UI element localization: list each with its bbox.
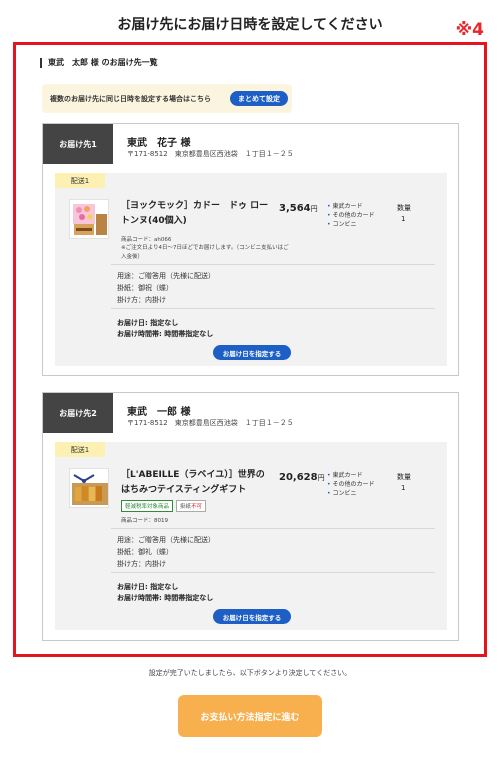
section-heading: 東武 太郎 様 のお届け先一覧 [40,58,158,68]
payment-method: その他のカード [327,211,374,220]
delivery-info: お届け日: 指定なし お届け時間帯: 時間帯指定なし [117,582,213,604]
shipment-card: 配送1 ［L'ABEILLE（ラベイユ）］世界のはちみつテイスティングギフト 2… [55,442,447,630]
product-thumbnail [69,199,109,239]
divider [111,572,435,573]
payment-method: 東武カード [327,471,374,480]
delivery-info: お届け日: 指定なし お届け時間帯: 時間帯指定なし [117,318,213,340]
note-mark: ※4 [455,20,484,40]
detail-usage: 用途：ご贈答用（先様に配送） [117,272,215,280]
payment-method: コンビニ [327,489,374,498]
footer-note: 設定が完了いたしましたら、以下ボタンより決定してください。 [148,669,352,677]
detail-usage: 用途：ご贈答用（先様に配送） [117,536,215,544]
destination-card-1: お届け先1 東武 花子 様 〒171-8512 東京都豊島区西池袋 １丁目１－２… [42,123,459,376]
payment-methods: 東武カード その他のカード コンビニ [327,202,374,229]
gift-details: 用途：ご贈答用（先様に配送） 掛紙：御礼（蝶） 掛け方：内掛け [117,534,215,570]
set-delivery-date-button[interactable]: お届け日を指定する [213,609,291,624]
quantity-label: 数量 [397,473,411,481]
product-price: 3,564円 [279,203,318,214]
product-code: 商品コード：8019 [121,518,168,524]
product-thumbnail [69,468,109,508]
destination-label: お届け先1 [43,124,113,164]
payment-method: その他のカード [327,480,374,489]
product-price: 20,628円 [279,472,325,483]
divider [111,528,435,529]
payment-method: 東武カード [327,202,374,211]
quantity-label: 数量 [397,204,411,212]
wrapping-tag-status: 不可 [191,504,203,510]
quantity-value: 1 [401,484,406,492]
price-value: 20,628 [279,472,318,483]
product-name[interactable]: ［ヨックモック］カドー ドゥ ロートンヌ(40個入) [121,199,271,229]
detail-wrap-style: 掛け方：内掛け [117,560,166,568]
currency-suffix: 円 [310,205,318,213]
product-name[interactable]: ［L'ABEILLE（ラベイユ）］世界のはちみつテイスティングギフト [121,468,271,498]
reduced-tax-tag: 軽減税率対象商品 [121,500,174,512]
recipient-address: 〒171-8512 東京都豊島区西池袋 １丁目１－２５ [127,419,294,427]
divider [111,264,435,265]
product-code: 商品コード：ah066 [121,237,172,243]
proceed-to-payment-button[interactable]: お支払い方法指定に進む [178,695,322,737]
recipient-name: 東武 一郎 様 [127,407,191,418]
wrapping-tag: 掛紙不可 [176,500,207,512]
delivery-date: お届け日: 指定なし [117,319,179,327]
gift-details: 用途：ご贈答用（先様に配送） 掛紙：御祝（蝶） 掛け方：内掛け [117,270,215,306]
shipment-tag: 配送1 [55,442,105,457]
product-tags: 軽減税率対象商品 掛紙不可 [121,500,207,512]
detail-wrap-style: 掛け方：内掛け [117,296,166,304]
delivery-time: お届け時間帯: 時間帯指定なし [117,594,214,602]
detail-wrapping: 掛紙：御祝（蝶） [117,284,173,292]
destination-label: お届け先2 [43,393,113,433]
payment-methods: 東武カード その他のカード コンビニ [327,471,374,498]
set-delivery-date-button[interactable]: お届け日を指定する [213,345,291,360]
payment-method: コンビニ [327,220,374,229]
quantity-value: 1 [401,215,406,223]
delivery-date: お届け日: 指定なし [117,583,179,591]
currency-suffix: 円 [317,474,325,482]
shipment-tag: 配送1 [55,173,105,188]
recipient-address: 〒171-8512 東京都豊島区西池袋 １丁目１－２５ [127,150,294,158]
bulk-setting-text: 複数のお届け先に同じ日時を設定する場合はこちら [50,95,211,103]
detail-wrapping: 掛紙：御礼（蝶） [117,548,173,556]
bulk-setting-box: 複数のお届け先に同じ日時を設定する場合はこちら まとめて設定 [42,84,292,113]
bulk-setting-button[interactable]: まとめて設定 [230,91,288,106]
delivery-note: ※ご注文日より4日〜7日ほどでお届けします。（コンビニ支払いはご入金後） [121,245,289,260]
delivery-time: お届け時間帯: 時間帯指定なし [117,330,214,338]
divider [111,308,435,309]
wrapping-tag-prefix: 掛紙 [180,504,192,510]
price-value: 3,564 [279,203,311,214]
shipment-card: 配送1 ［ヨックモック］カドー ドゥ ロートンヌ(40個入) 3,564円 東武… [55,173,447,366]
destination-card-2: お届け先2 東武 一郎 様 〒171-8512 東京都豊島区西池袋 １丁目１－２… [42,392,459,641]
page-title: お届け先にお届け日時を設定してください [117,17,383,33]
recipient-name: 東武 花子 様 [127,138,191,149]
